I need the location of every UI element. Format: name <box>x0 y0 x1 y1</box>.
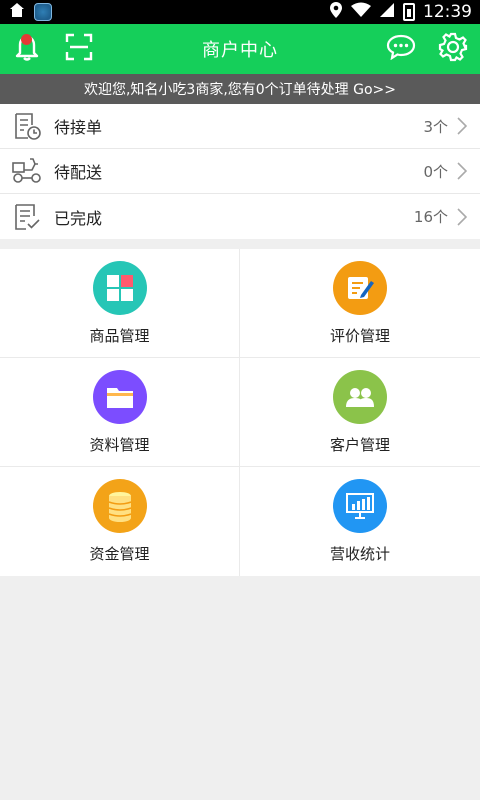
app-header: 商户中心 <box>0 24 480 74</box>
tile-label: 资料管理 <box>89 435 150 454</box>
signal-icon <box>379 2 395 23</box>
notification-badge <box>21 34 32 45</box>
funds-management-tile[interactable]: 资金管理 <box>0 467 240 576</box>
tile-label: 商品管理 <box>89 326 150 345</box>
home-icon <box>8 1 26 24</box>
list-item-label: 待接单 <box>54 118 103 137</box>
chevron-right-icon <box>454 207 470 226</box>
scan-button[interactable] <box>62 32 96 66</box>
notice-text: 欢迎您,知名小吃3商家,您有0个订单待处理 Go>> <box>83 82 397 98</box>
pending-order-icon <box>10 109 44 143</box>
product-management-icon <box>92 260 147 315</box>
tile-label: 营收统计 <box>329 545 390 563</box>
management-grid: 商品管理 评价管理 资料管理 客户管理 资金管理 营收统计 <box>0 249 480 576</box>
tile-label: 客户管理 <box>329 435 390 454</box>
completed-order-icon <box>10 200 44 234</box>
chevron-right-icon <box>454 117 470 135</box>
gear-icon <box>438 32 468 66</box>
list-item-count: 0个 <box>423 162 448 181</box>
chat-icon <box>386 34 416 64</box>
status-time: 12:39 <box>423 2 472 22</box>
revenue-statistics-tile[interactable]: 营收统计 <box>240 467 480 576</box>
product-management-tile[interactable]: 商品管理 <box>0 249 240 358</box>
revenue-statistics-icon <box>333 479 387 533</box>
list-item-label: 已完成 <box>54 208 103 228</box>
status-bar: 12:39 <box>0 0 480 24</box>
tile-label: 评价管理 <box>329 326 390 345</box>
profile-management-tile[interactable]: 资料管理 <box>0 358 240 467</box>
page-title: 商户中心 <box>202 40 278 61</box>
list-item-count: 3个 <box>423 117 448 136</box>
list-item-label: 待配送 <box>54 163 103 182</box>
settings-button[interactable] <box>436 32 470 66</box>
scan-icon <box>65 33 93 65</box>
delivery-scooter-icon <box>10 154 44 188</box>
list-item-pending[interactable]: 待接单 3个 <box>0 104 480 149</box>
review-management-icon <box>333 260 387 315</box>
list-item-delivery[interactable]: 待配送 0个 <box>0 149 480 194</box>
profile-management-icon <box>92 369 147 424</box>
list-item-completed[interactable]: 已完成 16个 <box>0 194 480 239</box>
notice-bar[interactable]: 欢迎您,知名小吃3商家,您有0个订单待处理 Go>> <box>0 74 480 104</box>
funds-management-icon <box>92 479 147 533</box>
customer-management-icon <box>333 369 387 424</box>
notification-button[interactable] <box>10 32 44 66</box>
tile-label: 资金管理 <box>89 545 150 563</box>
order-status-list: 待接单 3个 待配送 0个 已完成 16个 <box>0 104 480 239</box>
battery-icon <box>403 3 415 21</box>
chevron-right-icon <box>454 162 470 180</box>
customer-management-tile[interactable]: 客户管理 <box>240 358 480 467</box>
review-management-tile[interactable]: 评价管理 <box>240 249 480 358</box>
location-icon <box>329 1 343 24</box>
wifi-icon <box>351 2 371 23</box>
list-item-count: 16个 <box>413 208 448 226</box>
app-icon <box>34 3 52 21</box>
messages-button[interactable] <box>384 32 418 66</box>
